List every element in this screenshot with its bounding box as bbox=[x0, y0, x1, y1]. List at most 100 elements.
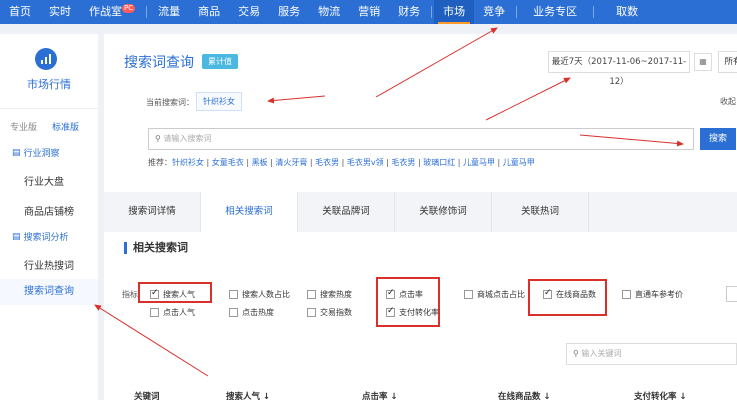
search-input[interactable]: ⚲ 请输入搜索词 bbox=[148, 128, 694, 150]
all-select[interactable]: 所有 bbox=[718, 51, 737, 73]
recommend-label: 推荐： bbox=[148, 158, 172, 167]
sidebar-category-insight: ▤ 行业洞察 bbox=[12, 146, 60, 160]
nav-competition[interactable]: 竞争 bbox=[474, 0, 514, 24]
edition-pro[interactable]: 专业版 bbox=[10, 120, 37, 133]
sidebar: 市场行情 专业版 标准版 ▤ 行业洞察 行业大盘 商品店铺榜 ▤ 搜索词分析 行业热… bbox=[0, 34, 98, 400]
nav-business-zone[interactable]: 业务专区 bbox=[519, 0, 591, 24]
col-online-products[interactable]: 在线商品数 ↓ bbox=[498, 390, 551, 400]
option-label: 点击热度 bbox=[242, 308, 274, 317]
category-icon: ▤ bbox=[12, 147, 21, 158]
nav-marketing[interactable]: 营销 bbox=[349, 0, 389, 24]
option-click-heat[interactable]: 点击热度 bbox=[229, 307, 274, 318]
sidebar-item-shop-ranking[interactable]: 商品店铺榜 bbox=[0, 203, 98, 218]
calendar-icon[interactable]: ▦ bbox=[694, 53, 712, 71]
option-search-share[interactable]: 搜索人数占比 bbox=[229, 289, 290, 300]
current-term-label: 当前搜索词： bbox=[146, 98, 194, 107]
analysis-tabs: 搜索词详情 相关搜索词 关联品牌词 关联修饰词 关联热词 bbox=[104, 192, 737, 232]
edition-standard[interactable]: 标准版 bbox=[52, 120, 79, 133]
col-search-popularity[interactable]: 搜索人气 ↓ bbox=[226, 390, 270, 400]
nav-service[interactable]: 服务 bbox=[269, 0, 309, 24]
tab-hot-words[interactable]: 关联热词 bbox=[492, 192, 589, 232]
option-label: 交易指数 bbox=[320, 308, 352, 317]
keyword-search-placeholder: 输入关键词 bbox=[581, 349, 622, 358]
checkbox[interactable] bbox=[622, 290, 631, 299]
recommend-link[interactable]: 毛衣男 bbox=[315, 158, 339, 167]
nav-home[interactable]: 首页 bbox=[0, 0, 40, 24]
option-click-popularity[interactable]: 点击人气 bbox=[150, 307, 195, 318]
search-placeholder: 请输入搜索词 bbox=[163, 134, 212, 143]
recommend-link[interactable]: 儿童马甲 bbox=[463, 158, 495, 167]
tab-related-search[interactable]: 相关搜索词 bbox=[201, 192, 298, 232]
nav-traffic[interactable]: 流量 bbox=[149, 0, 189, 24]
search-icon: ⚲ bbox=[573, 349, 579, 358]
nav-market[interactable]: 市场 bbox=[434, 0, 475, 24]
page-title: 搜索词查询 bbox=[124, 55, 194, 71]
current-term-chip[interactable]: 针织衫女 bbox=[196, 92, 242, 111]
checkbox[interactable] bbox=[307, 308, 316, 317]
option-mall-click-share[interactable]: 商城点击占比 bbox=[464, 289, 525, 300]
checkbox[interactable] bbox=[307, 290, 316, 299]
section-title: 相关搜索词 bbox=[124, 242, 188, 254]
sidebar-category-label: 行业洞察 bbox=[23, 149, 60, 159]
nav-divider bbox=[146, 6, 148, 18]
checkbox[interactable] bbox=[229, 290, 238, 299]
nav-logistics[interactable]: 物流 bbox=[309, 0, 349, 24]
recommend-row: 推荐：针织衫女 | 女童毛衣 | 黑板 | 清火牙膏 | 毛衣男 | 毛衣男v领… bbox=[148, 158, 535, 167]
option-label: 搜索热度 bbox=[320, 290, 352, 299]
index-label: 指标 bbox=[122, 290, 138, 299]
sidebar-category-label: 搜索词分析 bbox=[23, 233, 69, 243]
recommend-link[interactable]: 黑板 bbox=[252, 158, 268, 167]
nav-divider bbox=[431, 6, 433, 18]
recommend-link[interactable]: 针织衫女 bbox=[172, 158, 204, 167]
date-range-select[interactable]: 最近7天（2017-11-06~2017-11-12） bbox=[548, 51, 690, 87]
sidebar-divider bbox=[0, 108, 98, 109]
highlight-box bbox=[376, 277, 440, 327]
option-search-heat[interactable]: 搜索热度 bbox=[307, 289, 352, 300]
recommend-link[interactable]: 玻璃口红 bbox=[423, 158, 455, 167]
recommend-link[interactable]: 毛衣男v领 bbox=[347, 158, 384, 167]
checkbox[interactable] bbox=[150, 308, 159, 317]
nav-warroom-label: 作战室 bbox=[89, 5, 122, 18]
cumulative-tag: 累计值 bbox=[202, 54, 238, 69]
sidebar-category-search-analysis: ▤ 搜索词分析 bbox=[12, 230, 69, 244]
main-panel: 搜索词查询 累计值 最近7天（2017-11-06~2017-11-12） ▦ … bbox=[104, 34, 737, 400]
col-pay-conversion[interactable]: 支付转化率 ↓ bbox=[634, 390, 687, 400]
sidebar-title: 市场行情 bbox=[27, 78, 71, 91]
top-nav: 首页 实时 作战室 PC 流量 商品 交易 服务 物流 营销 财务 市场 竞争 业… bbox=[0, 0, 737, 24]
option-label: 点击人气 bbox=[163, 308, 195, 317]
recommend-link[interactable]: 儿童马甲 bbox=[503, 158, 535, 167]
checkbox[interactable] bbox=[229, 308, 238, 317]
checkbox[interactable] bbox=[464, 290, 473, 299]
option-ztc-price[interactable]: 直通车参考价 bbox=[622, 289, 683, 300]
search-button[interactable]: 搜索 bbox=[700, 128, 736, 150]
option-trade-index[interactable]: 交易指数 bbox=[307, 307, 352, 318]
nav-warroom[interactable]: 作战室 PC bbox=[80, 0, 144, 24]
highlight-box bbox=[528, 279, 607, 316]
market-logo-icon bbox=[35, 48, 57, 70]
keyword-search-input[interactable]: ⚲ 输入关键词 bbox=[566, 343, 737, 365]
recommend-link[interactable]: 女童毛衣 bbox=[212, 158, 244, 167]
recommend-link[interactable]: 清火牙膏 bbox=[275, 158, 307, 167]
col-ctr[interactable]: 点击率 ↓ bbox=[362, 390, 398, 400]
collapse-link[interactable]: 收起 bbox=[720, 96, 736, 107]
option-label: 搜索人数占比 bbox=[242, 290, 290, 299]
pc-badge: PC bbox=[122, 4, 136, 13]
nav-trade[interactable]: 交易 bbox=[229, 0, 269, 24]
col-keyword: 关键词 bbox=[134, 392, 160, 400]
nav-product[interactable]: 商品 bbox=[189, 0, 229, 24]
sidebar-item-industry-overview[interactable]: 行业大盘 bbox=[0, 173, 98, 188]
nav-realtime[interactable]: 实时 bbox=[40, 0, 80, 24]
highlight-box bbox=[138, 282, 212, 303]
sidebar-item-search-query[interactable]: 搜索词查询 bbox=[0, 279, 98, 305]
sidebar-item-hot-search[interactable]: 行业热搜词 bbox=[0, 257, 98, 272]
tab-brand-words[interactable]: 关联品牌词 bbox=[298, 192, 395, 232]
nav-data-fetch[interactable]: 取数 bbox=[596, 0, 658, 24]
category-icon: ▤ bbox=[12, 231, 21, 242]
recommend-link[interactable]: 毛衣男 bbox=[391, 158, 415, 167]
tab-search-detail[interactable]: 搜索词详情 bbox=[104, 192, 201, 232]
more-options-edge bbox=[726, 286, 737, 302]
option-label: 直通车参考价 bbox=[635, 290, 683, 299]
search-icon: ⚲ bbox=[155, 134, 161, 143]
nav-finance[interactable]: 财务 bbox=[389, 0, 429, 24]
tab-modifier-words[interactable]: 关联修饰词 bbox=[395, 192, 492, 232]
